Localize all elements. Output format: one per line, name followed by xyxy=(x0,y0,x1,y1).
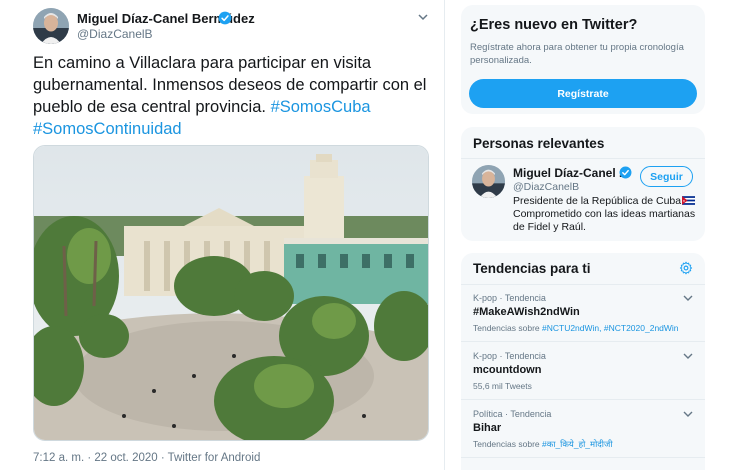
tweet-timestamp[interactable]: 7:12 a. m. · 22 oct. 2020 · Twitter for … xyxy=(33,452,260,464)
trend-related-prefix: Tendencias sobre xyxy=(473,323,542,333)
trend-item[interactable]: K-pop · Tendencia #MakeAWish2ndWin Tende… xyxy=(461,285,705,342)
person-avatar[interactable] xyxy=(472,165,505,198)
person-name[interactable]: Miguel Díaz-Canel ... xyxy=(513,166,629,180)
trend-related-tags[interactable]: #का_किये_हो_मोदीजी xyxy=(542,439,613,449)
trend-tweet-count: 55,6 mil Tweets xyxy=(473,381,532,391)
person-bio: Presidente de la República de Cuba Compr… xyxy=(513,195,701,234)
bio-line: Comprometido con las ideas martianas xyxy=(513,208,696,220)
person-handle[interactable]: @DiazCanelB xyxy=(513,181,579,193)
trend-related-tags[interactable]: #NCTU2ndWin, #NCT2020_2ndWin xyxy=(542,323,679,333)
trend-context: K-pop · Tendencia xyxy=(473,351,546,361)
chevron-down-icon[interactable] xyxy=(417,12,429,22)
bio-line: de Fidel y Raúl. xyxy=(513,221,586,233)
people-title: Personas relevantes xyxy=(473,136,605,151)
trend-related-prefix: Tendencias sobre xyxy=(473,439,542,449)
trend-context: Política · Tendencia xyxy=(473,409,552,419)
tweet-photo[interactable] xyxy=(33,145,429,441)
signup-title: ¿Eres nuevo en Twitter? xyxy=(470,17,638,33)
bio-line-text: Presidente de la República de Cuba xyxy=(513,195,682,207)
trend-context: K-pop · Tendencia xyxy=(473,293,546,303)
follow-button[interactable]: Seguir xyxy=(640,166,693,187)
tweet-text-line: pueblo de esa central provincia. #SomosC… xyxy=(33,96,433,118)
chevron-down-icon[interactable] xyxy=(683,295,693,302)
tweet-text-line: En camino a Villaclara para participar e… xyxy=(33,54,372,72)
author-avatar[interactable] xyxy=(33,8,69,44)
relevant-people-card: Personas relevantes Miguel Díaz-Canel ..… xyxy=(461,127,705,241)
trend-count-text: 55,6 mil Tweets xyxy=(473,381,532,391)
signup-description: Regístrate ahora para obtener tu propia … xyxy=(470,42,684,66)
tweet-column: Miguel Díaz-Canel Bermúdez @DiazCanelB E… xyxy=(0,0,445,470)
hashtag-link[interactable]: #SomosCuba xyxy=(271,98,371,116)
trend-item[interactable]: Política · Tendencia Bihar Tendencias so… xyxy=(461,401,705,458)
chevron-down-icon[interactable] xyxy=(683,411,693,418)
verified-icon xyxy=(218,11,232,25)
trend-related: Tendencias sobre #का_किये_हो_मोदीजी xyxy=(473,439,613,450)
signup-button[interactable]: Regístrate xyxy=(469,79,697,108)
cuba-flag-icon xyxy=(682,196,696,205)
trend-name[interactable]: Bihar xyxy=(473,422,501,434)
trends-title: Tendencias para ti xyxy=(473,261,591,276)
trends-card: Tendencias para ti K-pop · Tendencia #Ma… xyxy=(461,253,705,470)
signup-card: ¿Eres nuevo en Twitter? Regístrate ahora… xyxy=(461,5,705,114)
trend-name[interactable]: mcountdown xyxy=(473,364,541,376)
tweet-text-line-part: pueblo de esa central provincia. xyxy=(33,98,271,116)
trend-item[interactable]: K-pop · Tendencia mcountdown 55,6 mil Tw… xyxy=(461,343,705,400)
verified-icon xyxy=(619,166,632,179)
divider xyxy=(461,158,705,159)
trend-related: Tendencias sobre #NCTU2ndWin, #NCT2020_2… xyxy=(473,323,679,333)
author-handle[interactable]: @DiazCanelB xyxy=(77,27,153,41)
tweet-text-line: gubernamental. Inmensos deseos de compar… xyxy=(33,76,427,94)
trend-name[interactable]: #MakeAWish2ndWin xyxy=(473,306,580,318)
chevron-down-icon[interactable] xyxy=(683,353,693,360)
bio-line: Presidente de la República de Cuba xyxy=(513,195,701,208)
hashtag-link[interactable]: #SomosContinuidad xyxy=(33,120,182,138)
tweet-text: En camino a Villaclara para participar e… xyxy=(33,52,433,140)
settings-gear-icon[interactable] xyxy=(679,261,693,275)
